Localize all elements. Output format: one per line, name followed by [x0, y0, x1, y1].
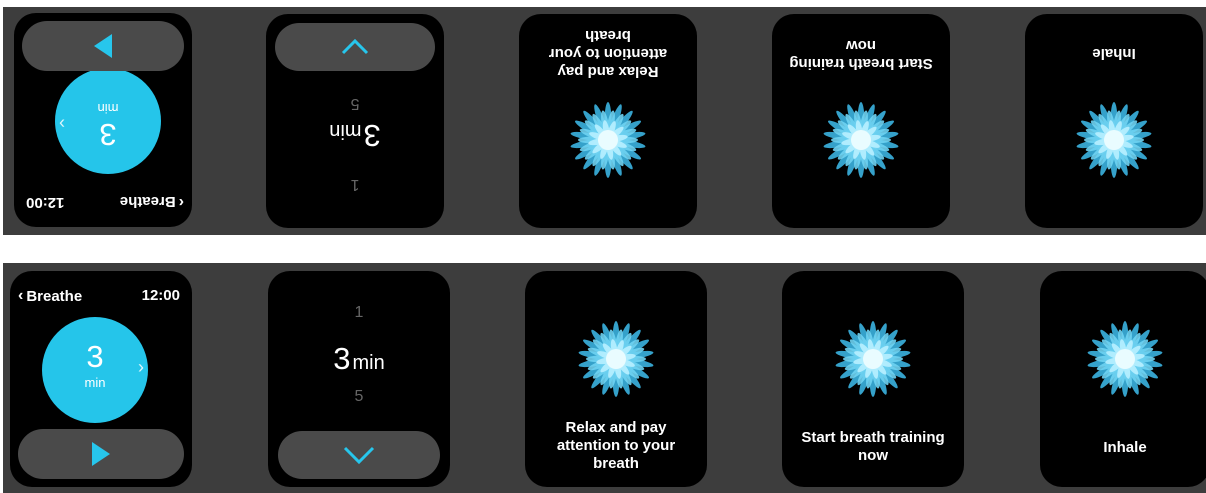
picker-next[interactable]: 5 [268, 388, 450, 406]
picker-current[interactable]: 3min [266, 117, 444, 153]
duration-selector[interactable]: 3 min › [55, 68, 161, 174]
chevron-right-icon: › [138, 357, 144, 377]
duration-selector[interactable]: 3 min › [42, 317, 148, 423]
duration-value: 3 [99, 117, 117, 152]
back-label: Breathe [119, 193, 176, 211]
play-button[interactable] [22, 21, 184, 71]
confirm-button[interactable] [278, 431, 440, 479]
watch-screen-inhale: Inhale [1025, 14, 1203, 228]
chevron-right-icon: › [59, 114, 65, 134]
back-button[interactable]: ‹ Breathe [18, 287, 82, 305]
inhale-caption: Inhale [1092, 45, 1136, 62]
watch-screen-breathe-home: ‹ Breathe 12:00 3 min › [10, 271, 192, 487]
watch-screens-strip: ‹ Breathe 12:00 3 min › 1 3 min 5 Relax … [3, 263, 1206, 493]
picker-prev[interactable]: 1 [268, 304, 450, 322]
watch-screen-duration-picker: 1 3min 5 [268, 271, 450, 487]
watch-screen-relax: Relax and pay attention to your breath [519, 14, 697, 228]
play-icon [94, 34, 112, 58]
chevron-left-icon: ‹ [18, 287, 24, 304]
picker-next[interactable]: 5 [266, 94, 444, 112]
back-label: Breathe [26, 287, 83, 305]
chevron-up-icon [341, 38, 369, 55]
watch-screen-relax: Relax and pay attention to your breath [525, 271, 707, 487]
flower-icon [834, 321, 912, 397]
watch-screen-start: Start breath training now [772, 14, 950, 228]
back-button[interactable]: ‹ Breathe [119, 193, 184, 212]
chevron-left-icon: ‹ [178, 194, 184, 211]
duration-unit: min [84, 375, 106, 390]
picker-current-unit: min [329, 120, 362, 142]
status-time: 12:00 [26, 194, 65, 211]
picker-prev[interactable]: 1 [266, 175, 444, 193]
confirm-up-button[interactable] [275, 23, 435, 71]
watch-screen-duration-picker: 1 3min 5 [266, 14, 444, 228]
flower-icon [822, 102, 900, 178]
picker-current[interactable]: 3min [268, 341, 450, 377]
play-icon [92, 442, 110, 466]
duration-value: 3 [86, 339, 104, 374]
watch-screen-breathe-home: ‹ Breathe 12:00 3 min › [14, 13, 192, 227]
picker-current-value: 3 [363, 118, 381, 153]
inhale-caption: Inhale [1103, 439, 1147, 456]
watch-screens-strip-rotated: ‹ Breathe 12:00 3 min › 1 3min 5 Relax a… [3, 7, 1206, 235]
play-button[interactable] [18, 429, 184, 479]
picker-current-value: 3 [333, 341, 351, 376]
start-caption: Start breath training now [789, 37, 933, 72]
watch-screen-start: Start breath training now [782, 271, 964, 487]
check-icon [343, 446, 375, 465]
relax-caption: Relax and pay attention to your breath [556, 419, 676, 472]
watch-screen-inhale: Inhale [1040, 271, 1206, 487]
status-time: 12:00 [141, 287, 180, 304]
flower-icon [1075, 102, 1153, 178]
picker-current-unit: min [352, 352, 385, 374]
duration-unit: min [97, 101, 119, 116]
flower-icon [577, 321, 655, 397]
flower-icon [1086, 321, 1164, 397]
relax-caption: Relax and pay attention to your breath [548, 27, 668, 80]
flower-icon [569, 102, 647, 178]
start-caption: Start breath training now [801, 429, 945, 464]
